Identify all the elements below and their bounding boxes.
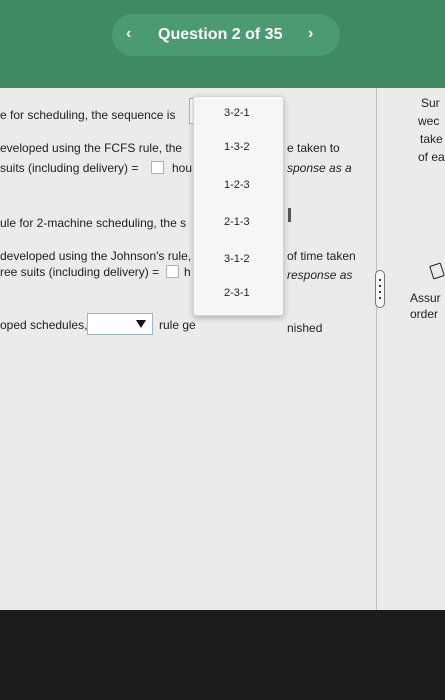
menu-option[interactable]: 2-3-1 <box>194 283 283 303</box>
fcfs-answer-input[interactable] <box>151 161 164 174</box>
mouse-cursor-icon <box>429 262 445 280</box>
menu-option[interactable]: 3-2-1 <box>194 103 283 123</box>
text-caret <box>288 208 291 222</box>
question-text-3: ule for 2-machine scheduling, the s <box>0 216 187 230</box>
rule-dropdown[interactable] <box>87 313 153 335</box>
question-text-2b: suits (including delivery) = <box>0 161 139 175</box>
top-nav-bar: ‹ Question 2 of 35 › <box>0 0 445 88</box>
question-text-4b: ree suits (including delivery) = <box>0 265 160 279</box>
side-text-1: Sur <box>421 96 440 110</box>
side-text-4: of ea <box>418 150 445 164</box>
side-text-5: Assur <box>410 291 441 305</box>
question-text-2c: hou <box>172 161 193 175</box>
question-text-m2a: of time taken <box>287 249 356 263</box>
chevron-right-icon[interactable]: › <box>308 25 313 43</box>
scroll-handle[interactable] <box>375 270 385 308</box>
dropdown-arrow-icon <box>136 320 146 328</box>
question-counter: Question 2 of 35 <box>158 26 283 43</box>
question-text-m2b: response as <box>287 268 353 282</box>
question-navigator: ‹ Question 2 of 35 › <box>112 14 340 56</box>
question-text-5a: oped schedules, <box>0 318 88 332</box>
question-text-2a: eveloped using the FCFS rule, the <box>0 141 183 155</box>
question-text-4c: h <box>184 265 191 279</box>
question-text-m3: nished <box>287 321 323 335</box>
question-text-1: e for scheduling, the sequence is <box>0 108 176 122</box>
question-text-5b: rule ge <box>159 318 196 332</box>
question-text-m1b: sponse as a <box>287 161 352 175</box>
menu-option[interactable]: 3-1-2 <box>194 249 283 269</box>
question-text-m1a: e taken to <box>287 141 340 155</box>
side-text-6: order <box>410 307 439 321</box>
menu-option[interactable]: 1-3-2 <box>194 137 283 157</box>
johnson-answer-input[interactable] <box>166 265 179 278</box>
column-divider <box>376 88 377 610</box>
sequence-options-menu: 3-2-1 1-3-2 1-2-3 2-1-3 3-1-2 2-3-1 <box>193 96 284 316</box>
side-text-2: wec <box>418 114 440 128</box>
chevron-left-icon[interactable]: ‹ <box>126 25 131 43</box>
dark-bottom-area <box>0 610 445 700</box>
menu-option[interactable]: 2-1-3 <box>194 212 283 232</box>
menu-option[interactable]: 1-2-3 <box>194 175 283 195</box>
side-text-3: take <box>420 132 443 146</box>
question-text-4a: developed using the Johnson's rule, <box>0 249 192 263</box>
